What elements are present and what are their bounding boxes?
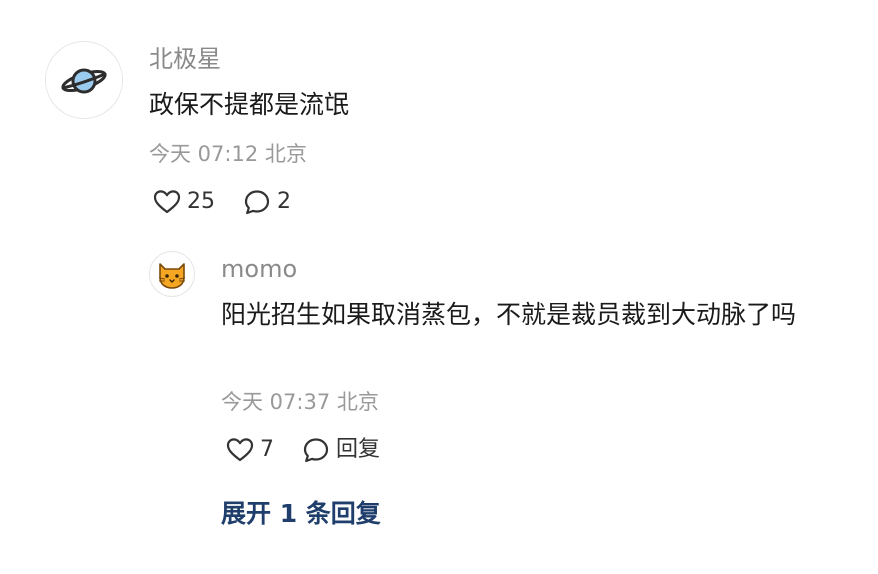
planet-icon [61, 68, 107, 94]
like-count: 25 [187, 189, 215, 214]
reply-label: 回复 [336, 437, 381, 462]
comment-actions: 25 2 [153, 188, 291, 216]
comment-bubble-icon [303, 438, 329, 463]
reply-text: 阳光招生如果取消蒸包，不就是裁员裁到大动脉了吗 [221, 300, 797, 329]
avatar[interactable] [45, 41, 123, 119]
reply-location: 北京 [336, 390, 379, 414]
cat-icon [158, 263, 186, 289]
comment-time: 今天 07:12 [149, 142, 259, 166]
comment-location: 北京 [264, 142, 307, 166]
reply-actions: 7 回复 [226, 436, 380, 464]
reply-avatar[interactable] [149, 251, 195, 297]
comment-reply-button[interactable]: 2 [243, 188, 291, 216]
reply-meta: 今天 07:37 北京 [221, 388, 379, 416]
comment-text: 政保不提都是流氓 [149, 90, 350, 119]
reply-like-button[interactable]: 7 [226, 436, 274, 464]
reply-count: 2 [277, 189, 291, 214]
comment-meta: 今天 07:12 北京 [149, 140, 307, 168]
reply-reply-button[interactable]: 回复 [302, 436, 380, 464]
reply-like-count: 7 [260, 437, 274, 462]
reply-username[interactable]: momo [221, 254, 297, 284]
heart-icon [226, 438, 254, 462]
like-button[interactable]: 25 [153, 188, 215, 216]
comment-username[interactable]: 北极星 [149, 44, 221, 74]
expand-replies-link[interactable]: 展开 1 条回复 [221, 498, 381, 530]
heart-icon [153, 190, 181, 214]
reply-time: 今天 07:37 [221, 390, 331, 414]
comment-bubble-icon [244, 190, 270, 215]
